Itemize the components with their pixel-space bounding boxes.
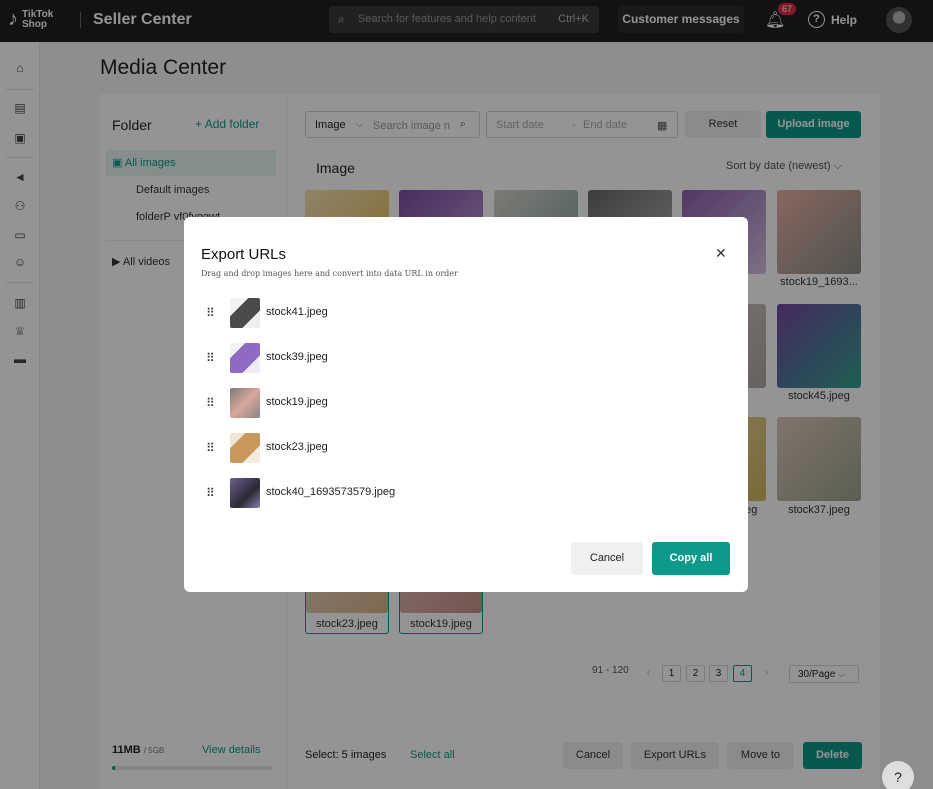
export-urls-modal: Export URLs Drag and drop images here an… — [184, 217, 748, 592]
image-thumbnail — [230, 343, 260, 373]
list-item[interactable]: ⠿ stock41.jpeg — [206, 296, 706, 330]
file-name: stock41.jpeg — [266, 306, 328, 318]
drag-handle-icon[interactable]: ⠿ — [206, 441, 216, 455]
cancel-button[interactable]: Cancel — [571, 542, 643, 575]
drag-handle-icon[interactable]: ⠿ — [206, 396, 216, 410]
list-item[interactable]: ⠿ stock40_1693573579.jpeg — [206, 476, 706, 510]
copy-all-button[interactable]: Copy all — [652, 542, 730, 575]
help-fab-question-icon[interactable]: ? — [882, 761, 914, 789]
image-thumbnail — [230, 388, 260, 418]
file-name: stock23.jpeg — [266, 441, 328, 453]
drag-handle-icon[interactable]: ⠿ — [206, 486, 216, 500]
file-name: stock19.jpeg — [266, 396, 328, 408]
list-item[interactable]: ⠿ stock23.jpeg — [206, 431, 706, 465]
list-item[interactable]: ⠿ stock39.jpeg — [206, 341, 706, 375]
file-name: stock40_1693573579.jpeg — [266, 486, 396, 498]
drag-handle-icon[interactable]: ⠿ — [206, 351, 216, 365]
drag-handle-icon[interactable]: ⠿ — [206, 306, 216, 320]
image-thumbnail — [230, 478, 260, 508]
modal-subtitle: Drag and drop images here and convert in… — [201, 269, 458, 278]
image-thumbnail — [230, 433, 260, 463]
modal-title: Export URLs — [201, 246, 287, 263]
file-name: stock39.jpeg — [266, 351, 328, 363]
image-thumbnail — [230, 298, 260, 328]
list-item[interactable]: ⠿ stock19.jpeg — [206, 386, 706, 420]
close-icon[interactable]: ✕ — [715, 245, 727, 262]
